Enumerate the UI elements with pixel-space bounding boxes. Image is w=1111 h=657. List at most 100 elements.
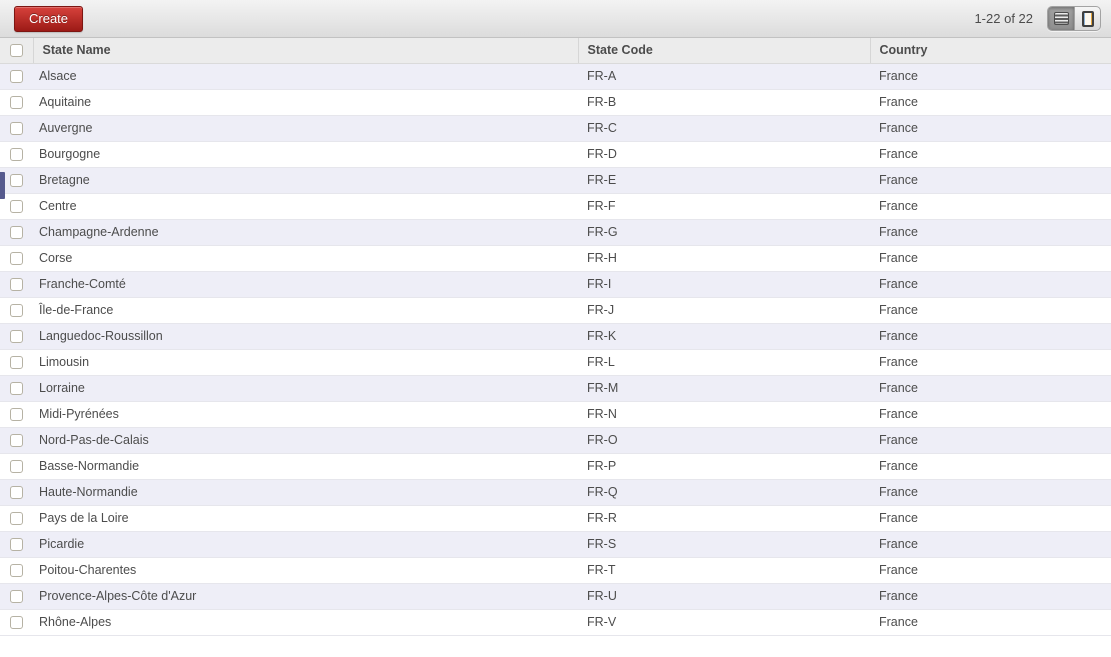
list-view-button[interactable]	[1048, 7, 1074, 30]
table-row[interactable]: Bretagne FR-E France	[0, 167, 1111, 194]
cell-country[interactable]: France	[870, 141, 1111, 168]
table-row[interactable]: Aquitaine FR-B France	[0, 89, 1111, 116]
row-checkbox[interactable]	[10, 460, 23, 474]
cell-country[interactable]: France	[870, 583, 1111, 610]
row-checkbox[interactable]	[10, 356, 23, 370]
row-checkbox-cell[interactable]	[0, 219, 33, 246]
column-header-state-name[interactable]: State Name	[32, 38, 578, 64]
cell-country[interactable]: France	[870, 401, 1111, 428]
table-row[interactable]: Haute-Normandie FR-Q France	[0, 479, 1111, 506]
row-checkbox[interactable]	[10, 304, 23, 318]
row-checkbox-cell[interactable]	[0, 427, 33, 454]
cell-state-name[interactable]: Limousin	[33, 349, 578, 376]
row-checkbox-cell[interactable]	[0, 557, 33, 584]
create-button[interactable]: Create	[14, 5, 84, 32]
cell-state-code[interactable]: FR-D	[578, 141, 870, 168]
table-row[interactable]: Poitou-Charentes FR-T France	[0, 557, 1111, 584]
cell-country[interactable]: France	[870, 323, 1111, 350]
cell-state-code[interactable]: FR-V	[578, 609, 870, 636]
row-checkbox-cell[interactable]	[0, 505, 33, 532]
row-checkbox[interactable]	[10, 278, 23, 292]
cell-state-name[interactable]: Aquitaine	[33, 89, 578, 116]
row-checkbox[interactable]	[10, 148, 23, 162]
row-checkbox[interactable]	[10, 122, 23, 136]
row-checkbox-cell[interactable]	[0, 141, 33, 168]
row-checkbox-cell[interactable]	[0, 115, 33, 142]
cell-state-name[interactable]: Pays de la Loire	[33, 505, 578, 532]
cell-country[interactable]: France	[870, 193, 1111, 220]
cell-state-name[interactable]: Picardie	[33, 531, 578, 558]
row-checkbox-cell[interactable]	[0, 531, 33, 558]
cell-state-name[interactable]: Corse	[33, 245, 578, 272]
cell-state-name[interactable]: Rhône-Alpes	[33, 609, 578, 636]
row-checkbox-cell[interactable]	[0, 401, 33, 428]
cell-state-name[interactable]: Basse-Normandie	[33, 453, 578, 480]
cell-country[interactable]: France	[870, 349, 1111, 376]
cell-state-code[interactable]: FR-J	[578, 297, 870, 324]
cell-country[interactable]: France	[870, 609, 1111, 636]
cell-state-code[interactable]: FR-H	[578, 245, 870, 272]
row-checkbox[interactable]	[10, 616, 23, 630]
cell-country[interactable]: France	[870, 557, 1111, 584]
row-checkbox[interactable]	[10, 486, 23, 500]
cell-state-code[interactable]: FR-U	[578, 583, 870, 610]
row-checkbox-cell[interactable]	[0, 609, 33, 636]
table-row[interactable]: Auvergne FR-C France	[0, 115, 1111, 142]
cell-country[interactable]: France	[870, 297, 1111, 324]
cell-state-code[interactable]: FR-F	[578, 193, 870, 220]
cell-state-code[interactable]: FR-B	[578, 89, 870, 116]
cell-state-name[interactable]: Centre	[33, 193, 578, 220]
cell-country[interactable]: France	[870, 531, 1111, 558]
row-checkbox-cell[interactable]	[0, 63, 33, 90]
cell-state-code[interactable]: FR-L	[578, 349, 870, 376]
row-checkbox-cell[interactable]	[0, 453, 33, 480]
cell-state-code[interactable]: FR-I	[578, 271, 870, 298]
table-row[interactable]: Alsace FR-A France	[0, 63, 1111, 90]
cell-state-code[interactable]: FR-C	[578, 115, 870, 142]
cell-state-code[interactable]: FR-P	[578, 453, 870, 480]
cell-country[interactable]: France	[870, 479, 1111, 506]
cell-country[interactable]: France	[870, 115, 1111, 142]
row-checkbox-cell[interactable]	[0, 297, 33, 324]
row-checkbox-cell[interactable]	[0, 375, 33, 402]
row-checkbox-cell[interactable]	[0, 245, 33, 272]
cell-country[interactable]: France	[870, 63, 1111, 90]
cell-state-code[interactable]: FR-R	[578, 505, 870, 532]
cell-country[interactable]: France	[870, 167, 1111, 194]
row-checkbox-cell[interactable]	[0, 89, 33, 116]
row-checkbox-cell[interactable]	[0, 323, 33, 350]
row-checkbox[interactable]	[10, 96, 23, 110]
cell-state-name[interactable]: Haute-Normandie	[33, 479, 578, 506]
table-row[interactable]: Pays de la Loire FR-R France	[0, 505, 1111, 532]
row-checkbox-cell[interactable]	[0, 271, 33, 298]
table-row[interactable]: Île-de-France FR-J France	[0, 297, 1111, 324]
cell-state-name[interactable]: Languedoc-Roussillon	[33, 323, 578, 350]
table-row[interactable]: Languedoc-Roussillon FR-K France	[0, 323, 1111, 350]
cell-country[interactable]: France	[870, 89, 1111, 116]
table-row[interactable]: Nord-Pas-de-Calais FR-O France	[0, 427, 1111, 454]
table-row[interactable]: Limousin FR-L France	[0, 349, 1111, 376]
table-row[interactable]: Picardie FR-S France	[0, 531, 1111, 558]
cell-country[interactable]: France	[870, 505, 1111, 532]
row-checkbox[interactable]	[10, 330, 23, 344]
cell-country[interactable]: France	[870, 375, 1111, 402]
row-checkbox-cell[interactable]	[0, 479, 33, 506]
cell-state-name[interactable]: Bretagne	[33, 167, 578, 194]
column-header-country[interactable]: Country	[869, 38, 1111, 64]
select-all-checkbox[interactable]	[9, 44, 23, 58]
cell-state-name[interactable]: Auvergne	[33, 115, 578, 142]
row-checkbox[interactable]	[10, 226, 23, 240]
row-checkbox[interactable]	[10, 434, 23, 448]
table-row[interactable]: Midi-Pyrénées FR-N France	[0, 401, 1111, 428]
row-checkbox[interactable]	[10, 252, 23, 266]
cell-state-name[interactable]: Lorraine	[33, 375, 578, 402]
row-checkbox[interactable]	[10, 174, 23, 188]
cell-state-name[interactable]: Bourgogne	[33, 141, 578, 168]
row-checkbox[interactable]	[10, 564, 23, 578]
cell-state-name[interactable]: Provence-Alpes-Côte d'Azur	[33, 583, 578, 610]
cell-state-name[interactable]: Poitou-Charentes	[33, 557, 578, 584]
cell-state-name[interactable]: Franche-Comté	[33, 271, 578, 298]
cell-state-code[interactable]: FR-M	[578, 375, 870, 402]
table-row[interactable]: Franche-Comté FR-I France	[0, 271, 1111, 298]
row-checkbox-cell[interactable]	[0, 583, 33, 610]
